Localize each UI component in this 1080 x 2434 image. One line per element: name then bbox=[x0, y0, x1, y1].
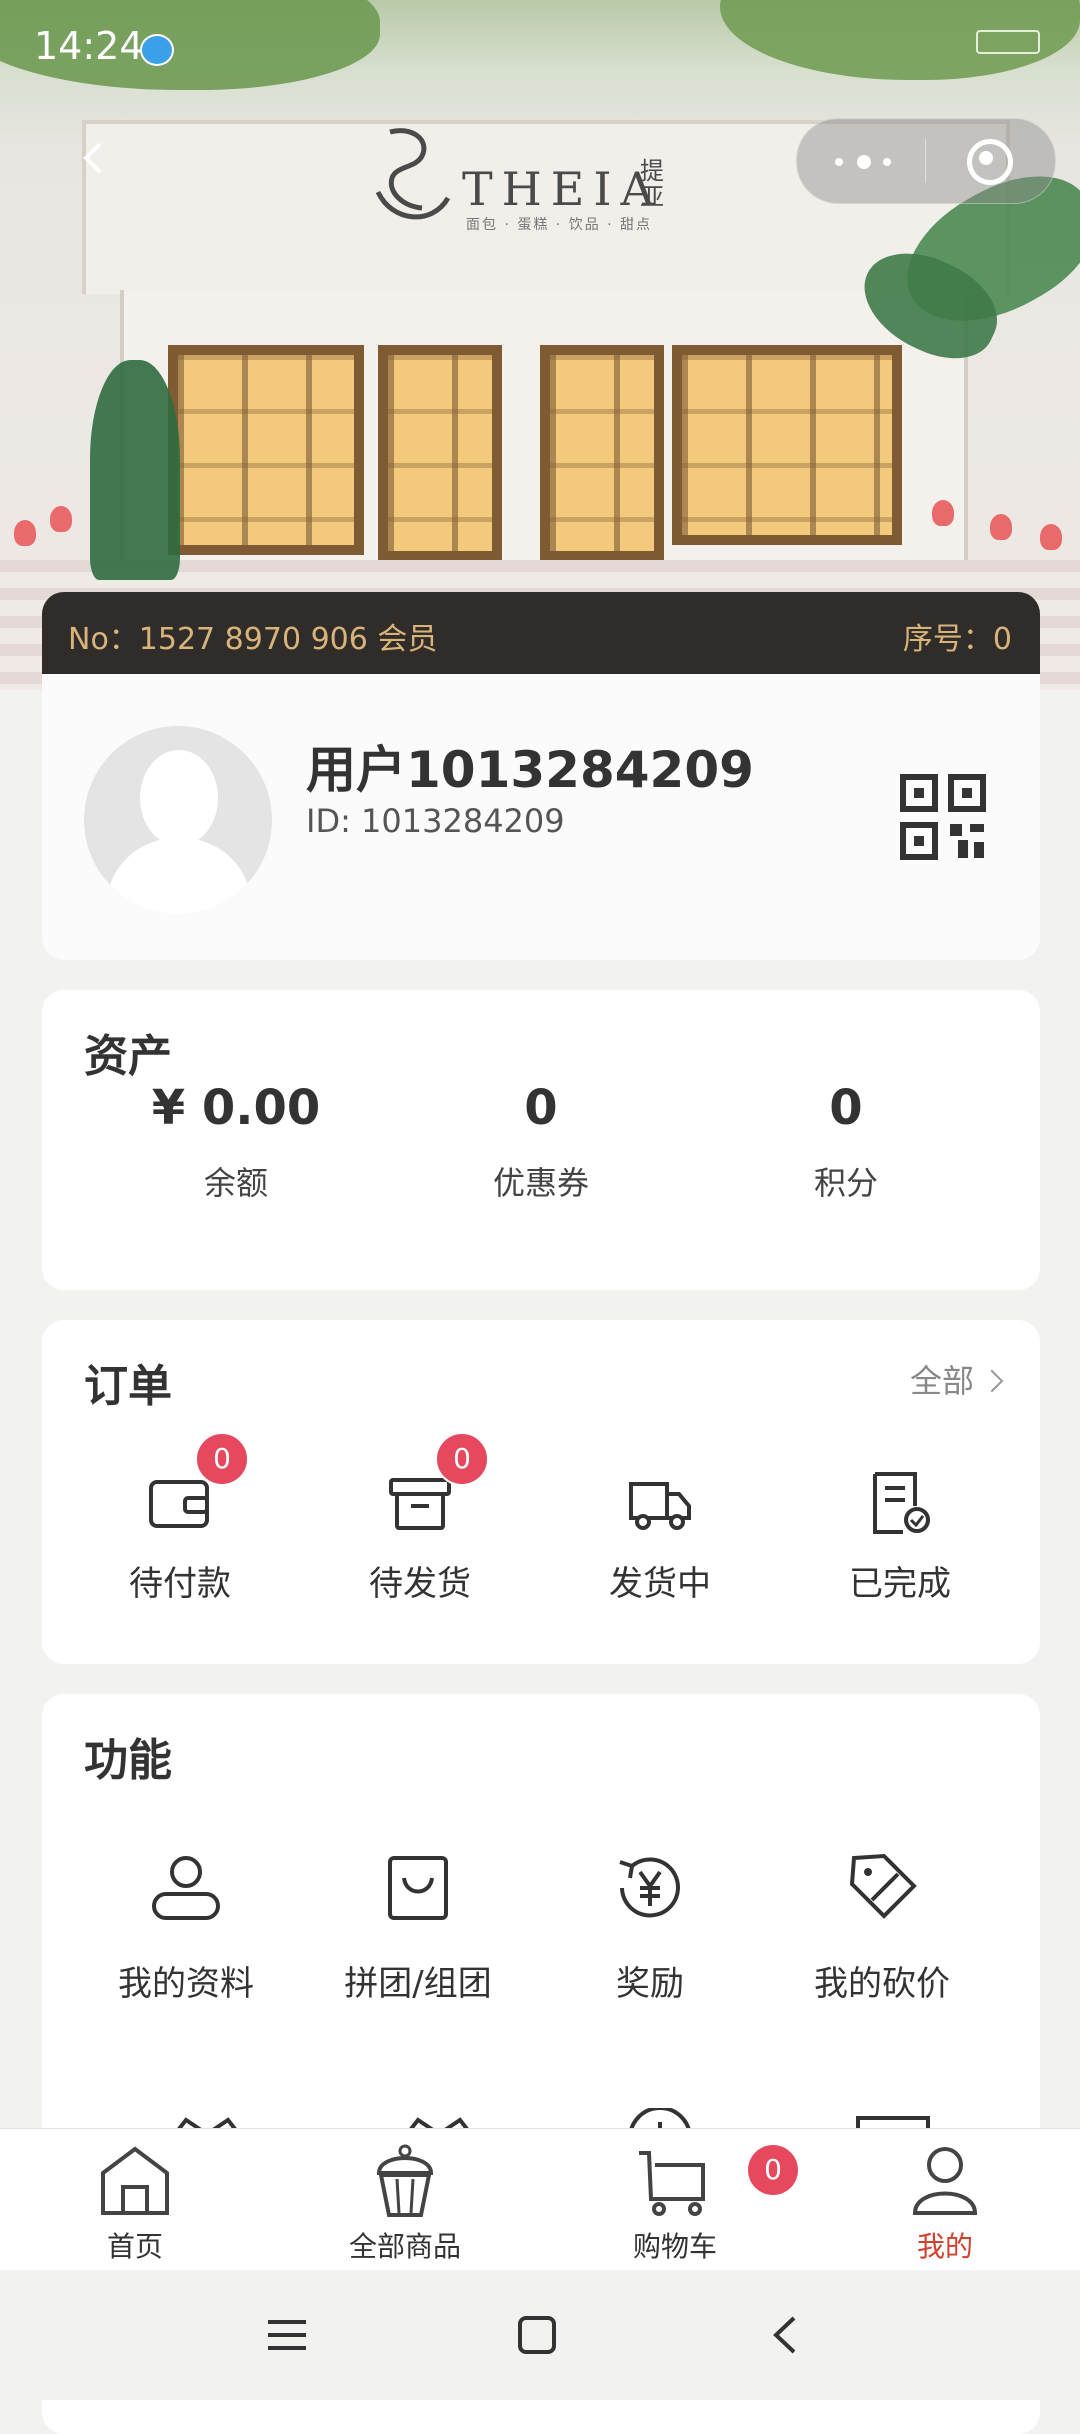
box-icon bbox=[389, 1478, 451, 1530]
flower bbox=[1040, 524, 1062, 550]
cart-badge: 0 bbox=[748, 2145, 798, 2195]
func-rewards[interactable]: 奖励 bbox=[534, 1850, 766, 2005]
my-profile-label: 我的资料 bbox=[118, 1964, 254, 2004]
yen-coin-icon bbox=[619, 1857, 680, 1918]
rewards-label: 奖励 bbox=[616, 1964, 684, 2004]
document-check-icon bbox=[873, 1472, 930, 1534]
pine-tree bbox=[90, 360, 180, 580]
tab-cart-label: 购物车 bbox=[632, 2230, 717, 2263]
user-icon bbox=[912, 2147, 978, 2215]
user-name: 用户1013284209 bbox=[306, 741, 754, 799]
avatar[interactable] bbox=[84, 726, 272, 914]
functions-title: 功能 bbox=[84, 1735, 172, 1786]
bottom-tab-bar: 首页 全部商品 购物车 0 我的 bbox=[0, 2128, 1080, 2271]
flower bbox=[50, 506, 72, 532]
close-target-icon[interactable] bbox=[967, 139, 1013, 185]
system-nav-bar bbox=[0, 2270, 1080, 2400]
tab-home[interactable]: 首页 bbox=[0, 2143, 270, 2265]
home-square-icon[interactable] bbox=[512, 2310, 562, 2360]
coupons-value: 0 bbox=[524, 1080, 558, 1136]
shopping-bag-icon bbox=[388, 1856, 448, 1920]
pending-payment-badge: 0 bbox=[195, 1432, 249, 1486]
member-number: No：1527 8970 906 会员 bbox=[68, 622, 438, 657]
cupcake-icon bbox=[376, 2144, 434, 2217]
points-label: 积分 bbox=[813, 1164, 878, 1202]
shop-door bbox=[378, 345, 502, 561]
shop-door bbox=[540, 345, 664, 561]
orders-card: 订单 全部 0 待付款 0 待发货 发货中 已完成 bbox=[42, 1320, 1040, 1664]
order-completed[interactable]: 已完成 bbox=[800, 1470, 1000, 1605]
flower bbox=[932, 500, 954, 526]
asset-points[interactable]: 0 积分 bbox=[696, 1080, 996, 1204]
func-group-buy[interactable]: 拼团/组团 bbox=[302, 1850, 534, 2005]
tab-all-products-label: 全部商品 bbox=[348, 2230, 461, 2263]
coupons-label: 优惠券 bbox=[492, 1164, 589, 1202]
asset-coupons[interactable]: 0 优惠券 bbox=[391, 1080, 691, 1204]
func-my-profile[interactable]: 我的资料 bbox=[70, 1850, 302, 2005]
member-bar: No：1527 8970 906 会员 序号：0 bbox=[42, 592, 1040, 674]
chevron-right-icon bbox=[980, 1369, 1004, 1393]
brand-name-cn: 提亚 bbox=[640, 157, 664, 211]
brand-tagline: 面包 · 蛋糕 · 饮品 · 甜点 bbox=[466, 217, 653, 233]
group-buy-label: 拼团/组团 bbox=[344, 1964, 492, 2004]
balance-label: 余额 bbox=[203, 1164, 268, 1202]
profile-icon bbox=[152, 1856, 220, 1920]
mini-program-capsule bbox=[796, 118, 1056, 204]
orders-title: 订单 bbox=[84, 1361, 172, 1412]
capsule-divider bbox=[925, 139, 926, 183]
notification-app-icon bbox=[140, 34, 174, 66]
order-pending-payment[interactable]: 0 待付款 bbox=[80, 1432, 280, 1605]
flower bbox=[990, 514, 1012, 540]
orders-all-link[interactable]: 全部 bbox=[909, 1356, 1004, 1402]
truck-icon bbox=[629, 1482, 691, 1530]
points-value: 0 bbox=[829, 1080, 863, 1136]
header-banner: THEIA 提亚 面包 · 蛋糕 · 饮品 · 甜点 bbox=[0, 0, 1080, 690]
shop-window bbox=[672, 345, 902, 545]
home-icon bbox=[101, 2146, 169, 2215]
func-my-bargain[interactable]: 我的砍价 bbox=[766, 1850, 998, 2005]
qr-code-icon[interactable] bbox=[900, 774, 986, 860]
flower bbox=[14, 520, 36, 546]
status-time: 14:24 bbox=[34, 24, 144, 68]
orders-all-label: 全部 bbox=[909, 1362, 974, 1400]
balance-value: ¥ 0.00 bbox=[151, 1080, 321, 1136]
pending-shipment-label: 待发货 bbox=[369, 1564, 471, 1604]
price-tag-icon bbox=[849, 1853, 917, 1919]
member-sequence: 序号：0 bbox=[902, 622, 1012, 657]
my-bargain-label: 我的砍价 bbox=[814, 1964, 950, 2004]
pending-shipment-badge: 0 bbox=[435, 1432, 489, 1486]
shipping-label: 发货中 bbox=[609, 1564, 711, 1604]
menu-icon[interactable] bbox=[262, 2310, 312, 2360]
assets-title: 资产 bbox=[84, 1031, 172, 1082]
order-shipping[interactable]: 发货中 bbox=[560, 1470, 760, 1605]
tab-mine-label: 我的 bbox=[916, 2230, 973, 2263]
profile-card: 用户1013284209 ID: 1013284209 bbox=[42, 674, 1040, 960]
brand-logo-icon bbox=[375, 128, 451, 220]
pending-payment-label: 待付款 bbox=[129, 1564, 231, 1604]
wallet-icon bbox=[149, 1480, 209, 1528]
shop-window bbox=[168, 345, 364, 555]
battery-icon bbox=[976, 30, 1040, 54]
asset-balance[interactable]: ¥ 0.00 余额 bbox=[86, 1080, 386, 1204]
tab-mine[interactable]: 我的 bbox=[810, 2143, 1080, 2265]
back-icon[interactable] bbox=[762, 2310, 812, 2360]
more-icon[interactable] bbox=[835, 153, 895, 169]
back-arrow-icon[interactable] bbox=[76, 140, 112, 176]
order-pending-shipment[interactable]: 0 待发货 bbox=[320, 1432, 520, 1605]
user-id: ID: 1013284209 bbox=[306, 802, 565, 840]
assets-card: 资产 ¥ 0.00 余额 0 优惠券 0 积分 bbox=[42, 990, 1040, 1290]
brand-name: THEIA bbox=[462, 162, 663, 216]
completed-label: 已完成 bbox=[849, 1564, 951, 1604]
tab-home-label: 首页 bbox=[106, 2230, 163, 2263]
cart-icon bbox=[639, 2151, 705, 2216]
tab-all-products[interactable]: 全部商品 bbox=[270, 2143, 540, 2265]
